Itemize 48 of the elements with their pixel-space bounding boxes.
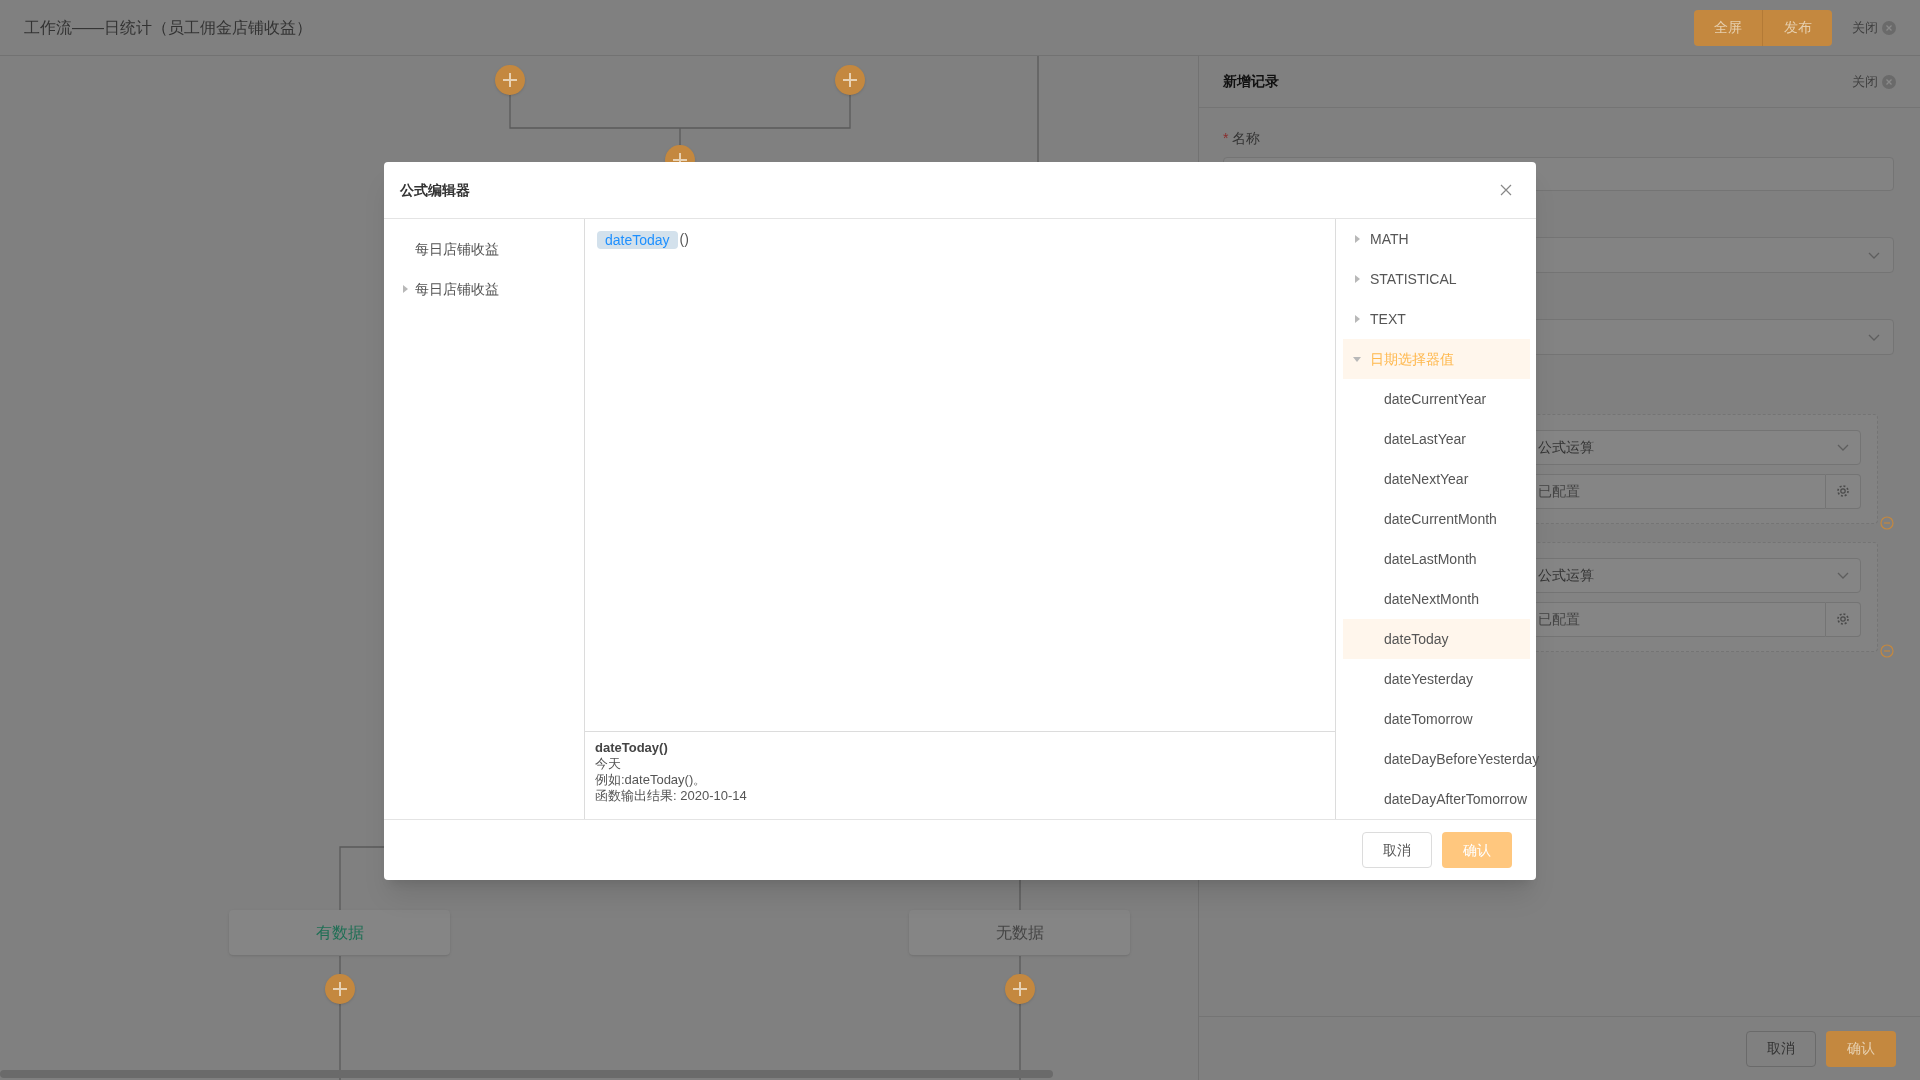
plus-icon	[842, 72, 858, 88]
add-node-button[interactable]	[325, 974, 355, 1004]
formula-text: ()	[679, 230, 689, 249]
close-circle-icon	[1882, 74, 1896, 89]
add-node-button[interactable]	[1005, 974, 1035, 1004]
field-item[interactable]: 每日店铺收益	[384, 229, 584, 269]
horizontal-scrollbar[interactable]	[0, 1070, 1053, 1078]
settings-icon	[1836, 484, 1850, 498]
close-circle-icon	[1882, 20, 1896, 35]
function-item[interactable]: dateNextMonth	[1343, 579, 1530, 619]
category-item[interactable]: TEXT	[1343, 299, 1530, 339]
function-item[interactable]: dateNextYear	[1343, 459, 1530, 499]
help-text: 函数输出结果: 2020-10-14	[595, 788, 748, 804]
function-item[interactable]: dateLastMonth	[1343, 539, 1530, 579]
function-item[interactable]: dateDayAfterTomorrow	[1343, 779, 1530, 819]
function-item[interactable]: dateTomorrow	[1343, 699, 1530, 739]
formula-input[interactable]: dateToday ()	[585, 219, 1335, 731]
cancel-button[interactable]: 取消	[1362, 832, 1432, 868]
dialog-title: 公式编辑器	[400, 180, 470, 200]
settings-button[interactable]	[1826, 601, 1861, 637]
caret-right-icon	[1353, 275, 1361, 283]
add-node-button[interactable]	[495, 65, 525, 95]
plus-icon	[332, 981, 348, 997]
close-icon	[1500, 184, 1512, 196]
caret-right-icon	[1353, 315, 1361, 323]
close-button[interactable]	[1498, 182, 1514, 198]
function-token: dateToday	[597, 230, 678, 249]
category-item[interactable]: MATH	[1343, 219, 1530, 259]
field-label: 名称	[1232, 129, 1261, 148]
plus-icon	[1012, 981, 1028, 997]
category-item[interactable]: STATISTICAL	[1343, 259, 1530, 299]
function-item[interactable]: dateToday	[1343, 619, 1530, 659]
help-text: 例如:dateToday()。	[595, 772, 708, 788]
field-item[interactable]: 每日店铺收益	[384, 269, 584, 309]
help-title: dateToday()	[595, 740, 669, 756]
caret-right-icon	[1353, 235, 1361, 243]
function-item[interactable]: dateCurrentMonth	[1343, 499, 1530, 539]
required-mark: *	[1223, 129, 1229, 148]
panel-title: 新增记录	[1223, 72, 1279, 91]
add-node-button[interactable]	[835, 65, 865, 95]
help-text: 今天	[595, 756, 622, 772]
settings-icon	[1836, 612, 1850, 626]
function-item[interactable]: dateYesterday	[1343, 659, 1530, 699]
settings-button[interactable]	[1826, 473, 1861, 509]
function-item[interactable]: dateLastYear	[1343, 419, 1530, 459]
plus-icon	[502, 72, 518, 88]
page-title: 工作流——日统计（员工佣金店铺收益）	[24, 17, 312, 38]
function-item[interactable]: dateCurrentYear	[1343, 379, 1530, 419]
